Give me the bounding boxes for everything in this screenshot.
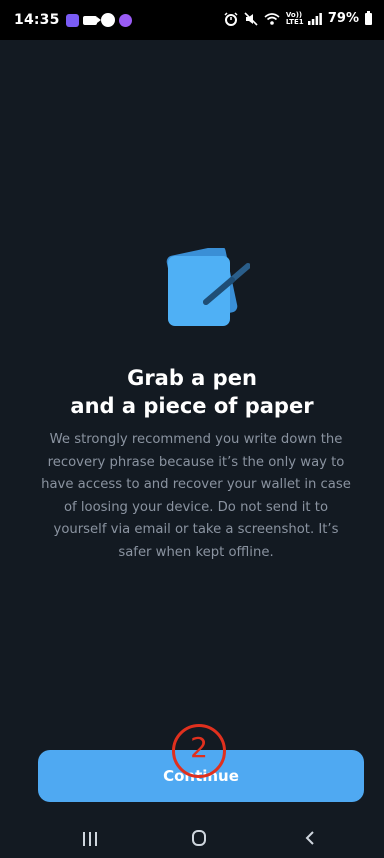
annotation-number: 2 [190,731,208,764]
volte-icon: Vo)) LTE1 [285,10,304,26]
title-line-2: and a piece of paper [70,394,314,418]
wifi-icon [264,12,280,25]
chrome-icon [101,13,115,27]
infinity-app-icon [66,13,79,27]
status-right: Vo)) LTE1 79% [224,10,372,26]
home-icon[interactable] [192,830,206,846]
pen-and-paper-icon [166,248,250,326]
battery-percent: 79% [327,11,359,26]
recovery-phrase-advice: We strongly recommend you write down the… [41,432,351,560]
status-time: 14:35 [14,12,60,28]
mute-icon [244,11,258,26]
navigation-bar [0,808,384,858]
status-left-icons [66,12,132,28]
screen: 14:35 Vo)) LTE1 79% Grab a pen and a pie… [0,0,384,858]
recent-apps-icon[interactable] [83,832,97,846]
title-line-1: Grab a pen [127,366,257,390]
battery-icon [365,10,372,25]
page-title: Grab a pen and a piece of paper [0,364,384,420]
infinity-circle-icon [119,13,132,27]
status-bar: 14:35 Vo)) LTE1 79% [0,0,384,40]
alarm-icon [224,11,238,26]
back-icon[interactable] [304,831,316,845]
signal-icon [307,12,322,25]
video-camera-icon [83,15,101,25]
